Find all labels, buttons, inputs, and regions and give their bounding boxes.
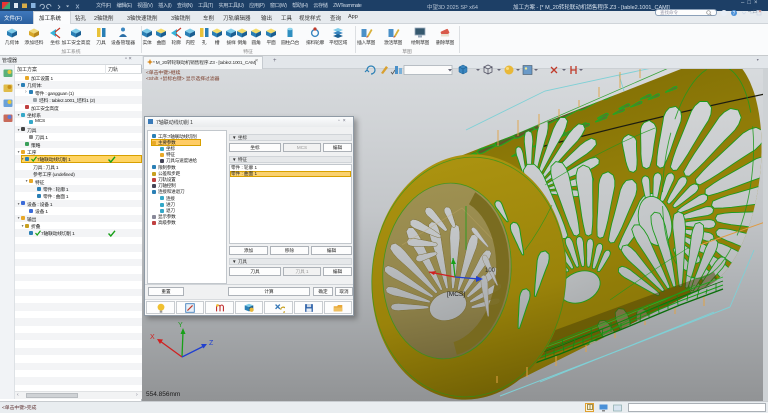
svg-text:[MCS]: [MCS] <box>447 291 465 298</box>
svg-text:Z: Z <box>209 340 214 347</box>
svg-text:Y: Y <box>178 322 183 329</box>
svg-text:X: X <box>150 334 155 341</box>
svg-text:100: 100 <box>485 268 496 274</box>
svg-text:?: ? <box>733 11 736 17</box>
